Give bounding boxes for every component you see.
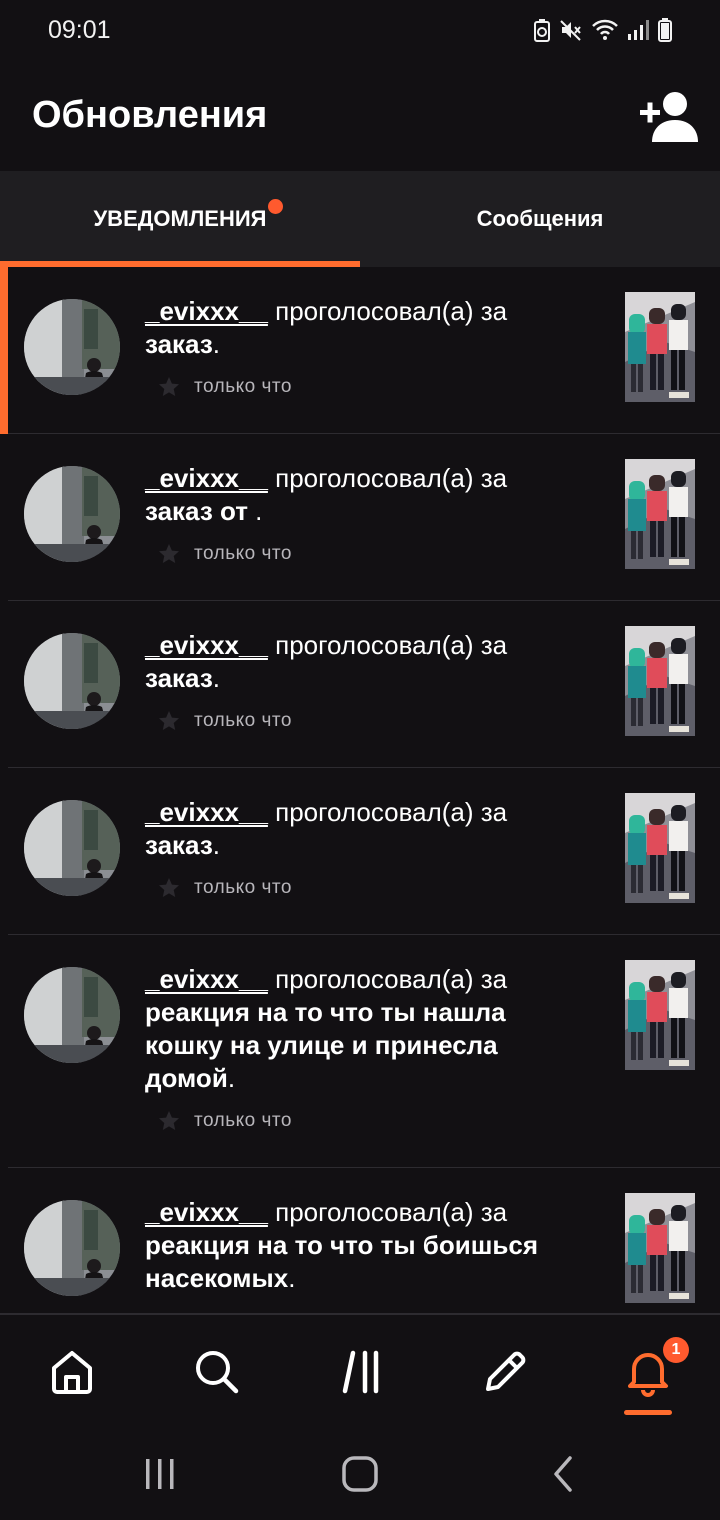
notification-suffix: .: [255, 496, 263, 526]
tab-bar: УВЕДОМЛЕНИЯ Сообщения: [0, 171, 720, 267]
story-thumbnail[interactable]: [625, 793, 695, 903]
avatar[interactable]: [24, 1200, 120, 1296]
notification-time: только что: [194, 376, 292, 397]
library-icon: [342, 1350, 379, 1394]
notification-story[interactable]: реакция на то что ты боишься насекомых: [145, 1230, 538, 1293]
story-thumbnail[interactable]: [625, 960, 695, 1070]
search-icon: [196, 1351, 239, 1394]
notification-text: _evixxx__ проголосовал(а) за заказ.: [145, 295, 575, 361]
notification-story[interactable]: заказ: [145, 329, 213, 359]
avatar[interactable]: [24, 967, 120, 1063]
notification-user[interactable]: _evixxx__: [145, 964, 268, 994]
nav-active-indicator: [624, 1410, 672, 1415]
unread-indicator: [0, 267, 8, 434]
bottom-nav: [0, 1313, 720, 1430]
notification-time: только что: [194, 1110, 292, 1131]
avatar[interactable]: [24, 800, 120, 896]
notification-item[interactable]: _evixxx__ проголосовал(а) за реакция на …: [0, 935, 720, 1168]
home-icon: [52, 1351, 92, 1394]
notification-user[interactable]: _evixxx__: [145, 630, 268, 660]
signal-icon: [628, 20, 649, 40]
notification-suffix: .: [212, 830, 220, 860]
nav-write[interactable]: [478, 1345, 530, 1397]
notification-action: проголосовал(а) за: [267, 964, 508, 994]
recent-apps-icon[interactable]: [140, 1456, 180, 1492]
nav-library[interactable]: [336, 1345, 388, 1397]
star-icon: [159, 377, 179, 396]
notification-time: только что: [194, 543, 292, 564]
notification-badge: 1: [663, 1337, 689, 1363]
battery-saver-icon: [534, 19, 550, 42]
star-icon: [159, 711, 179, 730]
story-thumbnail[interactable]: [625, 459, 695, 569]
notification-text: _evixxx__ проголосовал(а) за заказ.: [145, 629, 575, 695]
notification-item[interactable]: _evixxx__ проголосовал(а) за заказ от . …: [0, 434, 720, 601]
tab-messages[interactable]: Сообщения: [360, 171, 720, 267]
status-icons: [534, 16, 672, 44]
notification-user[interactable]: _evixxx__: [145, 296, 268, 326]
notification-meta: только что: [158, 375, 292, 399]
notification-meta: только что: [158, 1109, 292, 1133]
notification-suffix: .: [227, 1063, 236, 1093]
notification-meta: только что: [158, 709, 292, 733]
notification-user[interactable]: _evixxx__: [145, 463, 268, 493]
star-icon: [159, 878, 179, 897]
home-button-icon[interactable]: [340, 1454, 380, 1494]
notification-story[interactable]: заказ: [145, 663, 213, 693]
story-thumbnail[interactable]: [625, 1193, 695, 1303]
notification-story[interactable]: реакция на то что ты нашла кошку на улиц…: [145, 997, 506, 1093]
status-time: 09:01: [48, 16, 111, 44]
notification-story[interactable]: заказ от: [145, 496, 255, 526]
avatar[interactable]: [24, 299, 120, 395]
notification-action: проголосовал(а) за: [267, 797, 508, 827]
star-icon: [159, 1111, 179, 1130]
page-title: Обновления: [32, 94, 268, 136]
notification-suffix: .: [212, 663, 220, 693]
battery-icon: [658, 18, 672, 42]
star-icon: [159, 544, 179, 563]
tab-messages-label: Сообщения: [476, 206, 604, 231]
notification-meta: только что: [158, 542, 292, 566]
avatar[interactable]: [24, 633, 120, 729]
status-bar: 09:01: [0, 0, 720, 60]
notification-time: только что: [194, 710, 292, 731]
notification-user[interactable]: _evixxx__: [145, 797, 268, 827]
system-nav-bar: [0, 1430, 720, 1520]
nav-home[interactable]: [46, 1345, 98, 1397]
story-thumbnail[interactable]: [625, 626, 695, 736]
header: Обновления: [0, 60, 720, 170]
notification-action: проголосовал(а) за: [267, 296, 508, 326]
notification-text: _evixxx__ проголосовал(а) за реакция на …: [145, 1196, 575, 1295]
notification-item[interactable]: _evixxx__ проголосовал(а) за заказ. толь…: [0, 601, 720, 768]
notification-suffix: .: [288, 1263, 296, 1293]
tab-notifications-label: УВЕДОМЛЕНИЯ: [93, 206, 267, 231]
notification-user[interactable]: _evixxx__: [145, 1197, 268, 1227]
notification-item[interactable]: _evixxx__ проголосовал(а) за реакция на …: [0, 1168, 720, 1313]
notification-action: проголосовал(а) за: [267, 630, 508, 660]
notification-time: только что: [194, 877, 292, 898]
back-icon[interactable]: [548, 1454, 578, 1494]
notification-story[interactable]: заказ: [145, 830, 213, 860]
add-user-button[interactable]: [638, 90, 698, 142]
story-thumbnail[interactable]: [625, 292, 695, 402]
notification-text: _evixxx__ проголосовал(а) за реакция на …: [145, 963, 575, 1095]
mute-icon: [560, 20, 581, 41]
nav-search[interactable]: [190, 1345, 242, 1397]
notification-item[interactable]: _evixxx__ проголосовал(а) за заказ. толь…: [0, 768, 720, 935]
notification-suffix: .: [212, 329, 220, 359]
notification-action: проголосовал(а) за: [267, 463, 508, 493]
avatar[interactable]: [24, 466, 120, 562]
write-icon: [486, 1351, 526, 1391]
notification-text: _evixxx__ проголосовал(а) за заказ от .: [145, 462, 575, 528]
add-user-icon: [640, 92, 698, 142]
notification-item[interactable]: _evixxx__ проголосовал(а) за заказ. толь…: [0, 267, 720, 434]
tab-notifications[interactable]: УВЕДОМЛЕНИЯ: [0, 171, 360, 267]
tab-notifications-dot: [268, 199, 283, 214]
notification-meta: только что: [158, 876, 292, 900]
notification-feed[interactable]: _evixxx__ проголосовал(а) за заказ. толь…: [0, 267, 720, 1313]
wifi-icon: [592, 19, 618, 40]
notification-text: _evixxx__ проголосовал(а) за заказ.: [145, 796, 575, 862]
notification-action: проголосовал(а) за: [267, 1197, 508, 1227]
